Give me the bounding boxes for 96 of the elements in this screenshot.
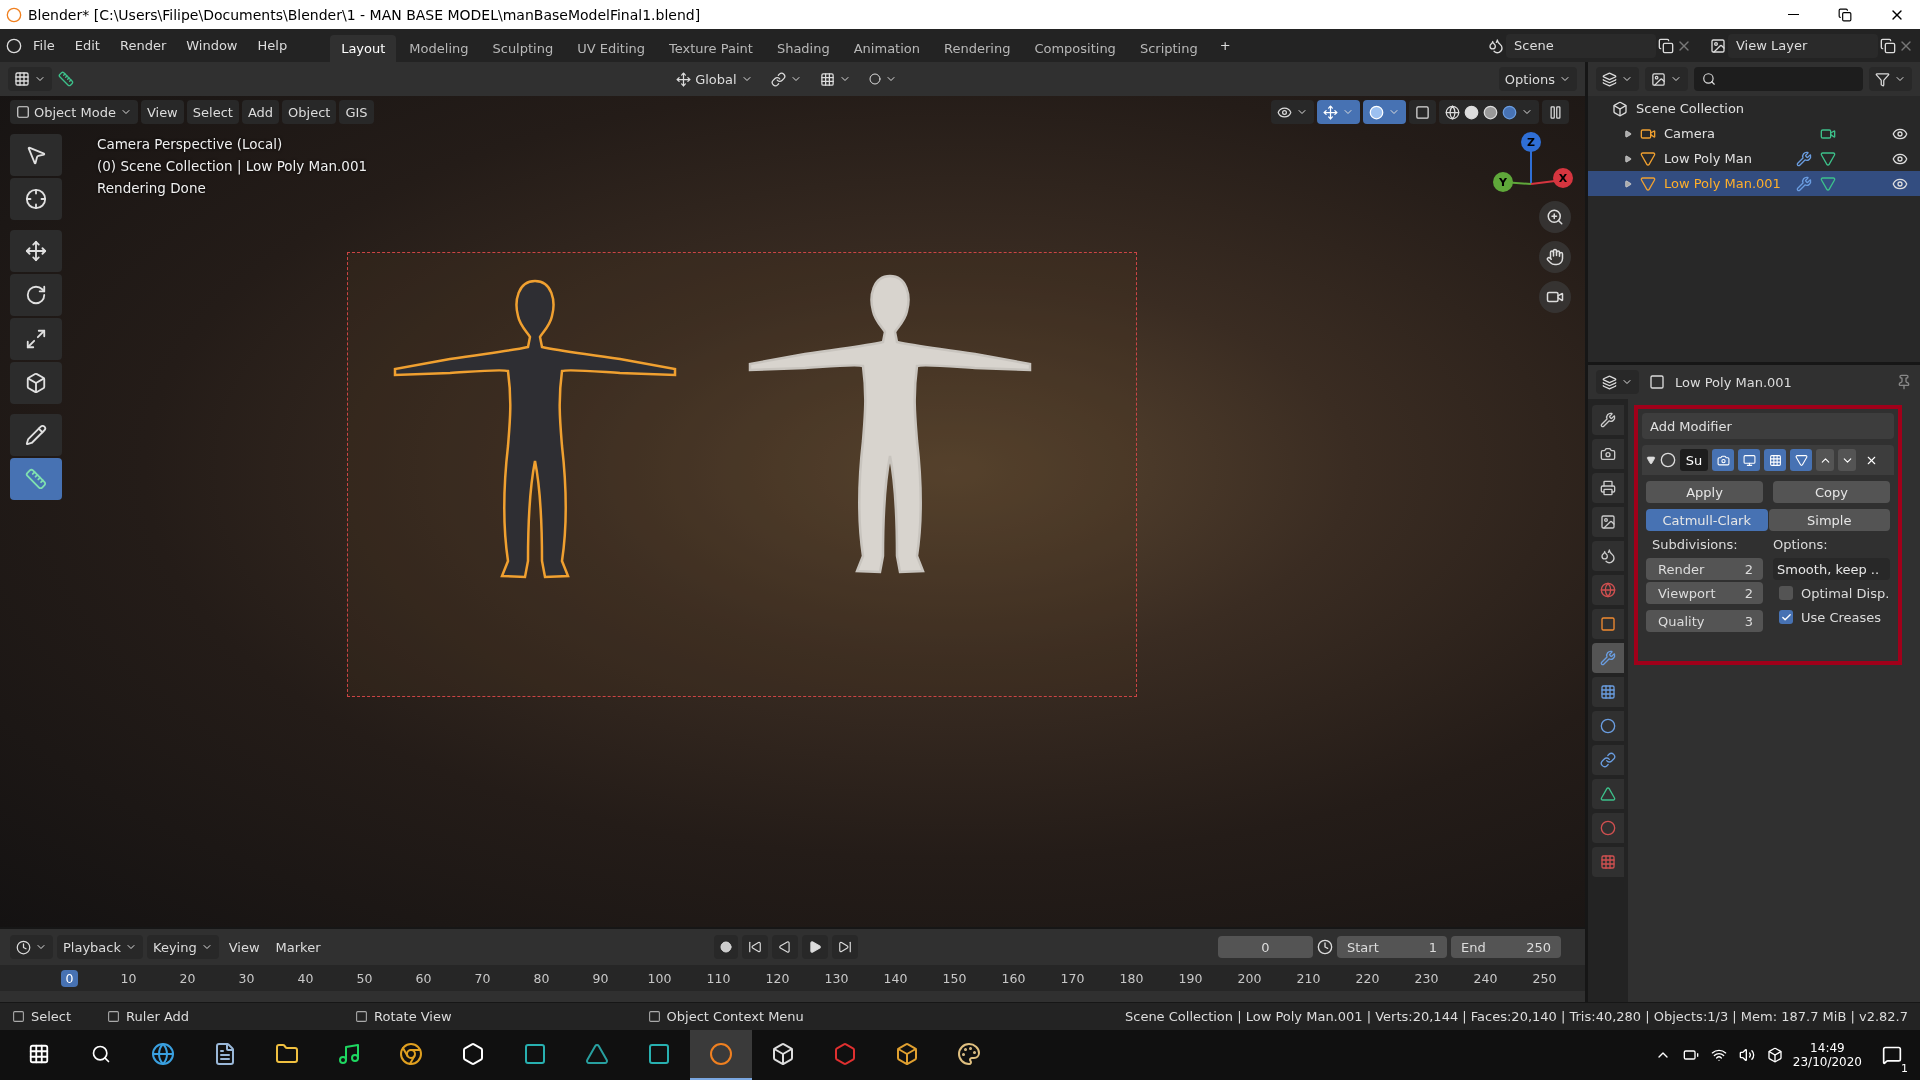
modifier-name-field[interactable]: Su (1680, 449, 1708, 471)
workspace-tab[interactable]: Layout (330, 35, 397, 62)
collection-name[interactable]: Scene Collection (1636, 101, 1745, 116)
frame-number[interactable]: 100 (642, 969, 677, 987)
menu-item[interactable]: Render (110, 34, 176, 57)
status-hint: Rotate View (374, 1009, 452, 1024)
status-hint: Object Context Menu (666, 1009, 804, 1024)
workspace-tab[interactable]: Rendering (933, 35, 1022, 62)
frame-number[interactable]: 60 (410, 969, 437, 987)
workspace-tab[interactable]: Shading (765, 35, 841, 62)
frame-number[interactable]: 90 (587, 969, 614, 987)
status-hint: Select (31, 1009, 72, 1024)
viewport-menu[interactable]: Add (241, 100, 280, 124)
scene-field[interactable]: Scene (1506, 33, 1656, 58)
frame-number[interactable]: 120 (760, 969, 795, 987)
navigation-gizmo[interactable]: Z Y X (1491, 132, 1575, 198)
menu-item[interactable]: Edit (65, 34, 109, 57)
start-frame-field[interactable]: Start 1 (1337, 936, 1447, 958)
frame-number[interactable]: 0 (60, 969, 79, 987)
frame-number[interactable]: 70 (469, 969, 496, 987)
frame-number[interactable]: 240 (1468, 969, 1503, 987)
frame-number[interactable]: 170 (1055, 969, 1090, 987)
workspace-tab[interactable]: Texture Paint (658, 35, 764, 62)
menu-item[interactable]: Help (248, 34, 297, 57)
timeline-menu[interactable]: Playback (57, 935, 143, 959)
viewport-info-text: Camera Perspective (Local) (97, 136, 284, 152)
end-frame-field[interactable]: End 250 (1451, 936, 1561, 958)
frame-number[interactable]: 210 (1291, 969, 1326, 987)
frame-number[interactable]: 20 (174, 969, 201, 987)
workspace-tab[interactable]: Scripting (1128, 35, 1209, 62)
frame-number[interactable]: 140 (878, 969, 913, 987)
outliner-row[interactable]: Low Poly Man.001 (1588, 171, 1920, 196)
viewport-menu[interactable]: Object (282, 100, 337, 124)
outliner-row[interactable]: Camera (1588, 121, 1920, 146)
object-name: Low Poly Man.001 (1664, 176, 1782, 191)
frame-number[interactable]: 110 (701, 969, 736, 987)
frame-number[interactable]: 50 (351, 969, 378, 987)
checkbox-label: Optimal Disp. (1801, 585, 1890, 601)
number-field[interactable]: Quality 3 (1646, 610, 1763, 632)
frame-number[interactable]: 130 (819, 969, 854, 987)
axis-button[interactable]: X (1553, 168, 1573, 188)
object-name: Low Poly Man.001 (1675, 374, 1793, 390)
apply-button[interactable]: Apply (1646, 481, 1763, 503)
frame-number[interactable]: 150 (937, 969, 972, 987)
frame-number[interactable]: 30 (233, 969, 260, 987)
add-modifier-dropdown[interactable]: Add Modifier (1642, 413, 1894, 439)
window-title: Blender* [C:\Users\Filipe\Documents\Blender\1 - MAN BASE MODEL\manBaseModelFinal1.blend] (28, 6, 702, 23)
current-frame-field[interactable]: 0 (1218, 936, 1313, 958)
viewport-menu[interactable]: Select (186, 100, 239, 124)
menu-item[interactable]: Window (177, 34, 247, 57)
frame-number[interactable]: 250 (1527, 969, 1562, 987)
mode-dropdown[interactable]: Object Mode (10, 100, 138, 124)
method-toggle[interactable]: Simple (1768, 509, 1890, 531)
frame-number[interactable]: 10 (115, 969, 142, 987)
uv-smooth-dropdown[interactable]: Smooth, keep .. (1773, 558, 1890, 580)
frame-number[interactable]: 230 (1409, 969, 1444, 987)
timeline-menu[interactable]: View (222, 935, 266, 959)
options-dropdown[interactable]: Options (1498, 67, 1577, 91)
viewport-menu[interactable]: GIS (339, 100, 374, 124)
timeline-menu[interactable]: Marker (269, 935, 327, 959)
notification-count: 1 (1901, 1062, 1908, 1075)
outliner-row[interactable]: Low Poly Man (1588, 146, 1920, 171)
view-layer-field[interactable]: View Layer (1728, 33, 1878, 58)
status-hint: Ruler Add (126, 1009, 190, 1024)
object-name: Camera (1664, 126, 1717, 141)
frame-number[interactable]: 80 (528, 969, 555, 987)
timeline-menu[interactable]: Keying (147, 935, 219, 959)
frame-number[interactable]: 180 (1114, 969, 1149, 987)
object-name: Low Poly Man (1664, 151, 1753, 166)
axis-button[interactable]: Y (1493, 172, 1513, 192)
workspace-tab[interactable]: Compositing (1023, 35, 1127, 62)
viewport-info-text: (0) Scene Collection | Low Poly Man.001 (97, 158, 368, 174)
scene-statistics: Scene Collection | Low Poly Man.001 | Verts:20,144 | Faces:20,140 | Tris:40,280 | Objects:1/3 | Mem: 187.7 MiB | v2.82.7 (1125, 1009, 1908, 1024)
workspace-tab[interactable]: Modeling (398, 35, 480, 62)
workspace-tab[interactable]: Animation (842, 35, 931, 62)
frame-number[interactable]: 190 (1173, 969, 1208, 987)
clock[interactable]: 14:49 23/10/2020 (1782, 1041, 1872, 1069)
frame-number[interactable]: 220 (1350, 969, 1385, 987)
number-field[interactable]: Render 2 (1646, 558, 1763, 580)
method-toggle[interactable]: Catmull-Clark (1646, 509, 1768, 531)
section-label: Subdivisions: (1651, 537, 1739, 552)
copy-button[interactable]: Copy (1773, 481, 1890, 503)
viewport-info-text: Rendering Done (97, 180, 207, 196)
add-workspace-button[interactable]: + (1210, 34, 1240, 57)
number-field[interactable]: Viewport 2 (1646, 582, 1763, 604)
workspace-tab[interactable]: Sculpting (481, 35, 565, 62)
orientation-dropdown[interactable]: Global (670, 67, 759, 91)
checkbox-label: Use Creases (1801, 609, 1882, 625)
frame-number[interactable]: 160 (996, 969, 1031, 987)
frame-number[interactable]: 200 (1232, 969, 1267, 987)
viewport-menu[interactable]: View (140, 100, 184, 124)
section-label: Options: (1773, 537, 1829, 552)
frame-number[interactable]: 40 (292, 969, 319, 987)
workspace-tab[interactable]: UV Editing (566, 35, 656, 62)
axis-button[interactable]: Z (1521, 132, 1541, 152)
menu-item[interactable]: File (24, 34, 64, 57)
